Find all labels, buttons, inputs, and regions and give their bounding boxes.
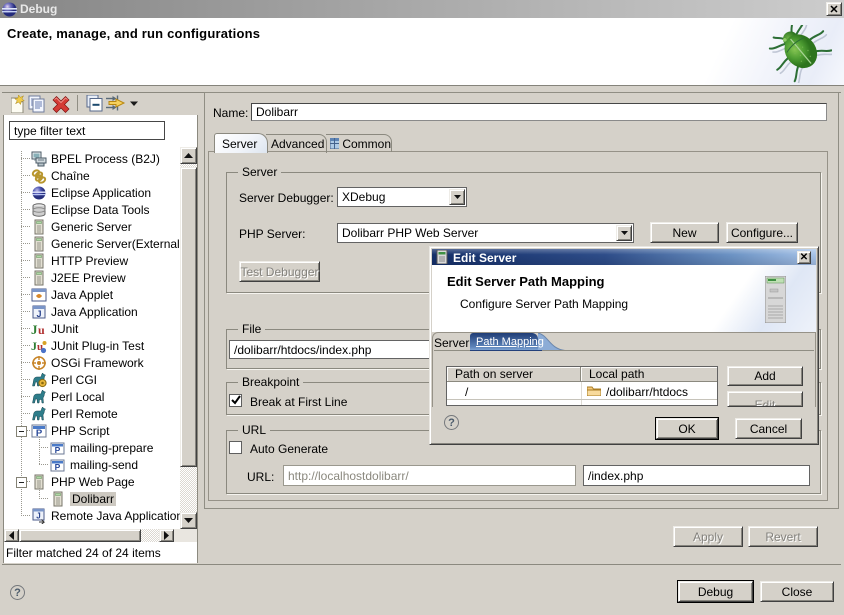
svg-text:P: P xyxy=(55,462,61,472)
svg-text:J: J xyxy=(31,322,38,337)
svg-text:J: J xyxy=(36,511,40,520)
svg-text:P: P xyxy=(55,445,61,455)
svg-text:u: u xyxy=(38,323,45,337)
svg-text:J: J xyxy=(36,309,41,319)
